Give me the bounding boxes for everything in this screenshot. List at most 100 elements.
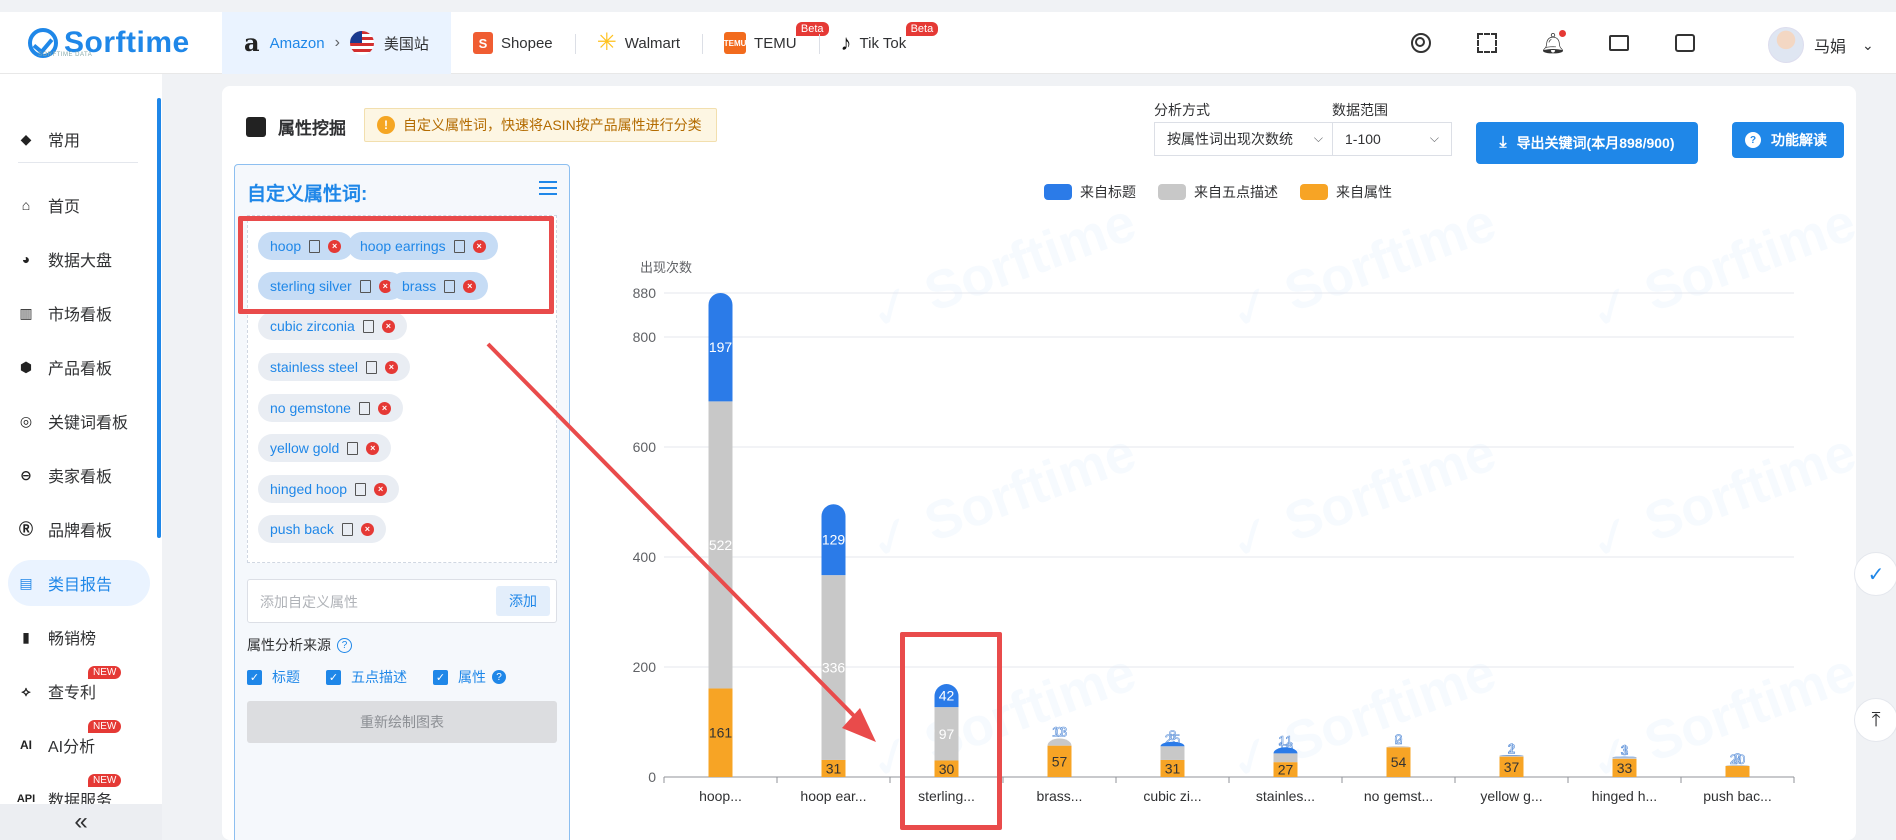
data-label: 522 [709, 537, 733, 553]
beta-badge: Beta [905, 22, 939, 36]
collapse-sidebar-button[interactable]: « [0, 804, 162, 840]
floating-assistant-button[interactable]: ✓ [1854, 552, 1896, 596]
data-label: 33 [1617, 760, 1633, 776]
sidebar-item-label: 首页 [48, 199, 81, 216]
y-tick-label: 800 [633, 329, 657, 345]
sidebar-item-label: 产品看板 [48, 361, 113, 378]
download-button[interactable] [1674, 32, 1696, 54]
new-badge: NEW [88, 666, 122, 679]
data-label: 0 [1734, 750, 1742, 766]
report-icon: ▤ [19, 574, 33, 591]
tab-amazon[interactable]: a Amazon › 美国站 [222, 12, 451, 74]
platform-tabs: a Amazon › 美国站 S Shopee ✳ Walmart TEMU T… [222, 12, 939, 74]
top-actions: 🔔︎ [1410, 12, 1696, 74]
data-label: 54 [1391, 754, 1407, 770]
sidebar-item-bestsellers[interactable]: ▮ 畅销榜 [8, 614, 150, 660]
tab-tiktok[interactable]: ♪ Tik Tok Beta [818, 12, 939, 74]
bar-segment [1725, 766, 1750, 777]
sidebar-item-label: 畅销榜 [48, 631, 97, 648]
data-label: 0 [1056, 724, 1064, 740]
sidebar-item-label: 常用 [48, 133, 81, 150]
new-badge: NEW [88, 720, 122, 733]
sidebar-item-home[interactable]: ⌂ 首页 [8, 182, 150, 228]
folder-button[interactable] [1608, 32, 1630, 54]
x-tick-label: stainles... [1256, 788, 1315, 804]
sidebar-item-category-report[interactable]: ▤ 类目报告 [8, 560, 150, 606]
avatar [1768, 27, 1804, 63]
sidebar-scrollbar[interactable] [157, 98, 161, 538]
data-label: 336 [822, 660, 846, 676]
data-label: 197 [709, 339, 733, 355]
tab-shopee[interactable]: S Shopee [451, 12, 575, 74]
data-label: 37 [1504, 759, 1520, 775]
folder-icon [1609, 35, 1629, 51]
home-icon: ⌂ [21, 197, 31, 213]
fullscreen-icon [1477, 33, 1497, 53]
attribute-stacked-bar-chart: 出现次数0200400600800880161522197hoop...3133… [633, 260, 1795, 804]
data-label: 8 [1169, 727, 1177, 743]
sidebar-item-market[interactable]: ▥ 市场看板 [8, 290, 150, 336]
sidebar-item-label: 类目报告 [48, 577, 113, 594]
sidebar-item-seller[interactable]: ⊖ 卖家看板 [8, 452, 150, 498]
data-label: 31 [826, 760, 842, 776]
x-tick-label: cubic zi... [1143, 788, 1201, 804]
sidebar-item-label: 数据大盘 [48, 253, 113, 270]
tab-temu-label: TEMU [754, 34, 797, 52]
settings-button[interactable] [1410, 32, 1432, 54]
x-tick-label: push bac... [1703, 788, 1772, 804]
y-axis-label: 出现次数 [640, 260, 692, 275]
map-icon: ▥ [19, 304, 33, 321]
x-tick-label: hoop... [699, 788, 742, 804]
sidebar-item-favorites[interactable]: ◆ 常用 [8, 116, 150, 162]
data-label: 161 [709, 725, 733, 741]
new-badge: NEW [88, 774, 122, 787]
sidebar-item-product[interactable]: ⬢ 产品看板 [8, 344, 150, 390]
sidebar-item-keyword[interactable]: ◎ 关键词看板 [8, 398, 150, 444]
brand-tagline: SORFTIME DATA [38, 52, 93, 58]
data-label: 1 [1621, 742, 1629, 758]
bar-chart-icon: ▮ [22, 628, 30, 645]
us-flag-icon [349, 31, 374, 55]
pie-chart-icon: ◕ [21, 251, 31, 267]
sidebar-item-dashboard[interactable]: ◕ 数据大盘 [8, 236, 150, 282]
y-tick-label: 880 [633, 285, 657, 301]
y-tick-label: 200 [633, 659, 657, 675]
amazon-icon: a [244, 28, 260, 57]
ai-icon: AI [20, 738, 32, 752]
patent-icon: ⟡ [21, 682, 31, 699]
x-tick-label: hinged h... [1592, 788, 1657, 804]
tab-temu[interactable]: TEMU TEMU Beta [702, 12, 829, 74]
sidebar-item-label: 市场看板 [48, 307, 113, 324]
sorftime-check-icon: ✓ [1867, 563, 1885, 586]
notifications-button[interactable]: 🔔︎ [1540, 30, 1566, 55]
sidebar-item-label: AI分析 [48, 739, 96, 756]
chevron-down-icon: ⌄ [1862, 36, 1874, 53]
target-icon: ◎ [19, 412, 33, 429]
sidebar-item-patent[interactable]: ⟡ 查专利 NEW [8, 666, 150, 714]
box-icon: ⬢ [19, 358, 33, 375]
data-label: 11 [1278, 732, 1293, 748]
fullscreen-button[interactable] [1476, 32, 1498, 54]
bookmark-icon: ◆ [20, 130, 32, 147]
user-name: 马娟 [1814, 39, 1847, 56]
download-icon [1675, 34, 1695, 52]
arrow-up-icon: ⤒ [1871, 708, 1881, 731]
data-label: 0 [1395, 731, 1403, 747]
annotation-highlight-tags [238, 216, 554, 314]
data-label: 57 [1052, 753, 1068, 769]
sidebar-item-label: 卖家看板 [48, 469, 113, 486]
site-label[interactable]: 美国站 [384, 33, 429, 54]
sidebar-divider [18, 162, 138, 163]
user-menu[interactable]: 马娟 ⌄ [1768, 27, 1874, 63]
bar-segment [1047, 738, 1072, 746]
tab-walmart[interactable]: ✳ Walmart [574, 12, 702, 74]
gear-icon [1411, 33, 1431, 53]
sidebar: ◆ 常用 ⌂ 首页 ◕ 数据大盘 ▥ 市场看板 ⬢ 产品看板 ◎ 关键词看板 ⊖… [0, 74, 162, 840]
sidebar-item-ai-analysis[interactable]: AI AI分析 NEW [8, 720, 150, 768]
brand-icon: Ⓡ [19, 521, 33, 537]
chevron-right-icon: › [334, 34, 340, 51]
sidebar-item-brand[interactable]: Ⓡ 品牌看板 [8, 506, 150, 552]
shopee-icon: S [472, 32, 493, 54]
back-to-top-button[interactable]: ⤒ [1854, 698, 1896, 742]
data-label: 27 [1278, 762, 1294, 778]
